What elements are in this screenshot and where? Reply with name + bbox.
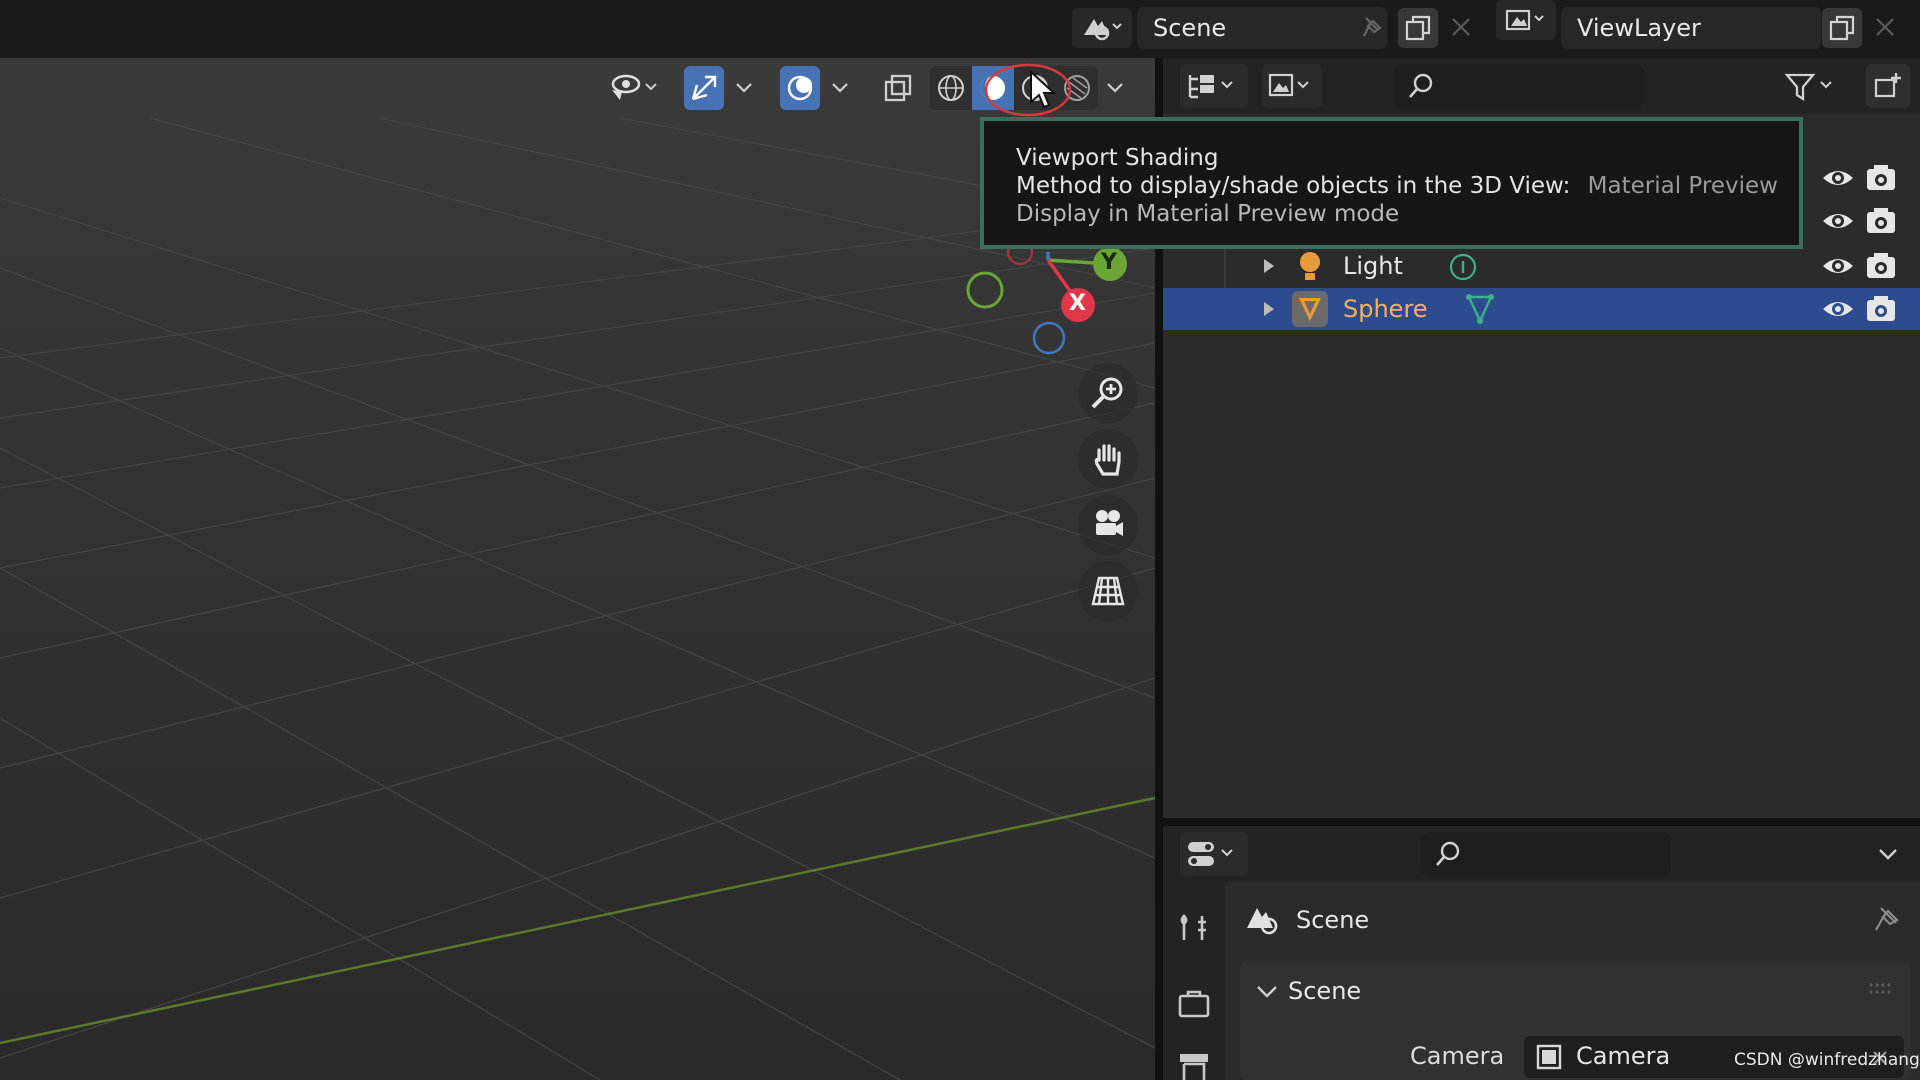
light-data-icon[interactable] bbox=[1447, 251, 1479, 283]
tooltip-method-line: Method to display/shade objects in the 3… bbox=[1016, 173, 1778, 199]
grid-ortho-icon bbox=[1091, 576, 1125, 606]
drag-handle-icon[interactable] bbox=[1868, 982, 1894, 996]
properties-breadcrumb: Scene bbox=[1296, 906, 1370, 934]
chevron-down-icon[interactable] bbox=[830, 80, 850, 96]
eye-icon[interactable] bbox=[1820, 252, 1856, 280]
new-collection-button[interactable] bbox=[1866, 64, 1910, 108]
visibility-selectability-button[interactable] bbox=[602, 66, 666, 110]
camera-render-icon[interactable] bbox=[1864, 251, 1898, 281]
tooltip-method-value: Material Preview bbox=[1587, 173, 1778, 199]
camera-render-icon[interactable] bbox=[1864, 294, 1898, 324]
gizmo-toggle-button[interactable] bbox=[684, 66, 724, 110]
zoom-icon bbox=[1091, 377, 1123, 409]
duplicate-icon bbox=[1405, 15, 1431, 41]
tool-tab-icon[interactable] bbox=[1176, 910, 1212, 946]
camera-view-button[interactable] bbox=[1078, 495, 1138, 555]
expand-arrow-icon[interactable] bbox=[1260, 257, 1278, 275]
eye-icon[interactable] bbox=[1820, 295, 1856, 323]
display-mode-button[interactable] bbox=[1180, 64, 1248, 108]
chevron-down-icon[interactable] bbox=[1105, 80, 1125, 96]
expand-arrow-icon[interactable] bbox=[1260, 300, 1278, 318]
search-icon bbox=[1436, 841, 1460, 866]
camera-field-value: Camera bbox=[1576, 1042, 1671, 1070]
funnel-icon bbox=[1784, 73, 1832, 102]
light-object-icon bbox=[1300, 252, 1320, 280]
tooltip-description: Display in Material Preview mode bbox=[1016, 201, 1400, 227]
xray-icon bbox=[884, 74, 912, 102]
camera-object-icon bbox=[1536, 1044, 1562, 1070]
scene-panel-title[interactable]: Scene bbox=[1288, 977, 1361, 1005]
outliner-list-icon bbox=[1188, 75, 1233, 99]
viewlayer-icon bbox=[1505, 9, 1544, 31]
active-object-highlight bbox=[1292, 291, 1328, 327]
mesh-object-icon bbox=[1299, 298, 1321, 321]
viewlayer-selector-button[interactable] bbox=[1496, 0, 1556, 40]
render-tab-icon[interactable] bbox=[1176, 986, 1212, 1020]
new-collection-icon bbox=[1874, 73, 1901, 98]
scene-icon bbox=[1084, 19, 1122, 41]
overlays-icon bbox=[787, 75, 813, 101]
gizmo-icon bbox=[691, 75, 717, 101]
pin-icon[interactable] bbox=[1870, 904, 1902, 936]
pan-button[interactable] bbox=[1078, 429, 1138, 489]
shading-wireframe-button[interactable] bbox=[930, 66, 972, 110]
close-icon[interactable] bbox=[1448, 14, 1474, 40]
camera-view-icon bbox=[1096, 510, 1123, 536]
outliner-search-input[interactable] bbox=[1394, 64, 1644, 108]
eye-icon[interactable] bbox=[1820, 164, 1856, 192]
search-icon bbox=[1409, 73, 1433, 98]
mesh-data-icon[interactable] bbox=[1465, 293, 1495, 325]
viewlayer-name: ViewLayer bbox=[1577, 14, 1701, 42]
eye-icon[interactable] bbox=[1820, 207, 1856, 235]
gizmo-y-label: Y bbox=[1101, 250, 1117, 275]
outliner-row-sphere[interactable]: Sphere bbox=[1163, 288, 1920, 330]
filter-button[interactable] bbox=[1780, 64, 1846, 108]
duplicate-icon bbox=[1829, 15, 1855, 41]
editor-type-button[interactable] bbox=[1180, 832, 1248, 876]
tooltip-title: Viewport Shading bbox=[1016, 145, 1219, 171]
scene-name: Scene bbox=[1153, 14, 1227, 42]
tooltip-method-label: Method to display/shade objects in the 3… bbox=[1016, 173, 1571, 199]
new-scene-button[interactable] bbox=[1398, 8, 1438, 48]
zoom-button[interactable] bbox=[1078, 363, 1138, 423]
wireframe-sphere-icon bbox=[938, 75, 964, 101]
filter-view-button[interactable] bbox=[1262, 64, 1322, 108]
outliner-item-label: Sphere bbox=[1343, 295, 1428, 323]
watermark: CSDN @winfredzhang bbox=[1734, 1050, 1920, 1070]
close-icon[interactable] bbox=[1872, 14, 1898, 40]
output-tab-icon[interactable] bbox=[1176, 1050, 1212, 1080]
chevron-down-icon[interactable] bbox=[734, 80, 754, 96]
chevron-down-icon[interactable] bbox=[1876, 846, 1900, 864]
eye-cursor-icon bbox=[611, 74, 657, 100]
new-viewlayer-button[interactable] bbox=[1822, 8, 1862, 48]
camera-render-icon[interactable] bbox=[1864, 163, 1898, 193]
gizmo-x-label: X bbox=[1069, 291, 1086, 316]
viewlayer-icon bbox=[1268, 73, 1309, 97]
outliner-row-light[interactable]: Light bbox=[1163, 245, 1920, 287]
outliner-item-label: Light bbox=[1343, 252, 1403, 280]
scene-icon bbox=[1247, 908, 1278, 935]
camera-property-label: Camera bbox=[1410, 1042, 1505, 1070]
area-divider[interactable] bbox=[1163, 818, 1920, 826]
overlays-toggle-button[interactable] bbox=[780, 66, 820, 110]
xray-toggle-button[interactable] bbox=[878, 66, 918, 110]
ortho-toggle-button[interactable] bbox=[1078, 561, 1138, 621]
pin-icon[interactable] bbox=[1356, 14, 1386, 44]
properties-editor-icon bbox=[1188, 842, 1233, 866]
mouse-cursor-icon bbox=[1030, 70, 1056, 109]
viewport-shading-tooltip: Viewport Shading Method to display/shade… bbox=[980, 117, 1803, 249]
properties-search-input[interactable] bbox=[1421, 832, 1671, 876]
hand-pan-icon bbox=[1094, 444, 1121, 476]
chevron-down-icon[interactable] bbox=[1254, 982, 1280, 1002]
camera-render-icon[interactable] bbox=[1864, 206, 1898, 236]
scene-selector-button[interactable] bbox=[1072, 8, 1132, 48]
